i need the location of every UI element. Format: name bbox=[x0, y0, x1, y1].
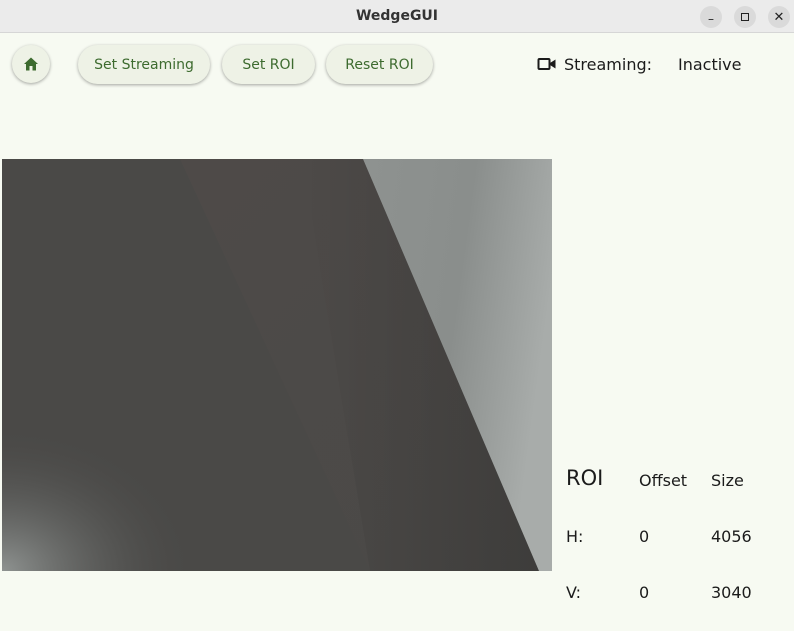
roi-v-offset: 0 bbox=[639, 583, 650, 602]
streaming-label: Streaming: bbox=[564, 55, 653, 74]
minimize-button[interactable]: – bbox=[700, 6, 722, 28]
roi-v-label: V: bbox=[566, 583, 582, 602]
set-streaming-button[interactable]: Set Streaming bbox=[78, 45, 210, 84]
camera-frame bbox=[2, 159, 552, 571]
reset-roi-button[interactable]: Reset ROI bbox=[326, 45, 433, 84]
home-icon bbox=[24, 57, 38, 71]
roi-h-offset: 0 bbox=[639, 527, 650, 546]
home-button[interactable] bbox=[12, 45, 50, 83]
roi-size-header: Size bbox=[711, 471, 744, 490]
close-button[interactable]: ✕ bbox=[768, 6, 790, 28]
video-camera-icon bbox=[537, 58, 556, 70]
roi-title: ROI bbox=[566, 466, 604, 490]
set-roi-button[interactable]: Set ROI bbox=[222, 45, 315, 84]
title-bar: WedgeGUI – ✕ bbox=[0, 0, 794, 33]
camera-preview bbox=[2, 159, 552, 571]
roi-h-size: 4056 bbox=[711, 527, 752, 546]
streaming-status-value: Inactive bbox=[678, 55, 742, 74]
roi-h-label: H: bbox=[566, 527, 584, 546]
maximize-button[interactable] bbox=[734, 6, 756, 28]
minimize-icon: – bbox=[708, 12, 714, 26]
roi-offset-header: Offset bbox=[639, 471, 688, 490]
close-icon: ✕ bbox=[773, 9, 785, 25]
roi-v-size: 3040 bbox=[711, 583, 752, 602]
window-title: WedgeGUI bbox=[355, 8, 439, 24]
maximize-icon bbox=[741, 13, 749, 21]
